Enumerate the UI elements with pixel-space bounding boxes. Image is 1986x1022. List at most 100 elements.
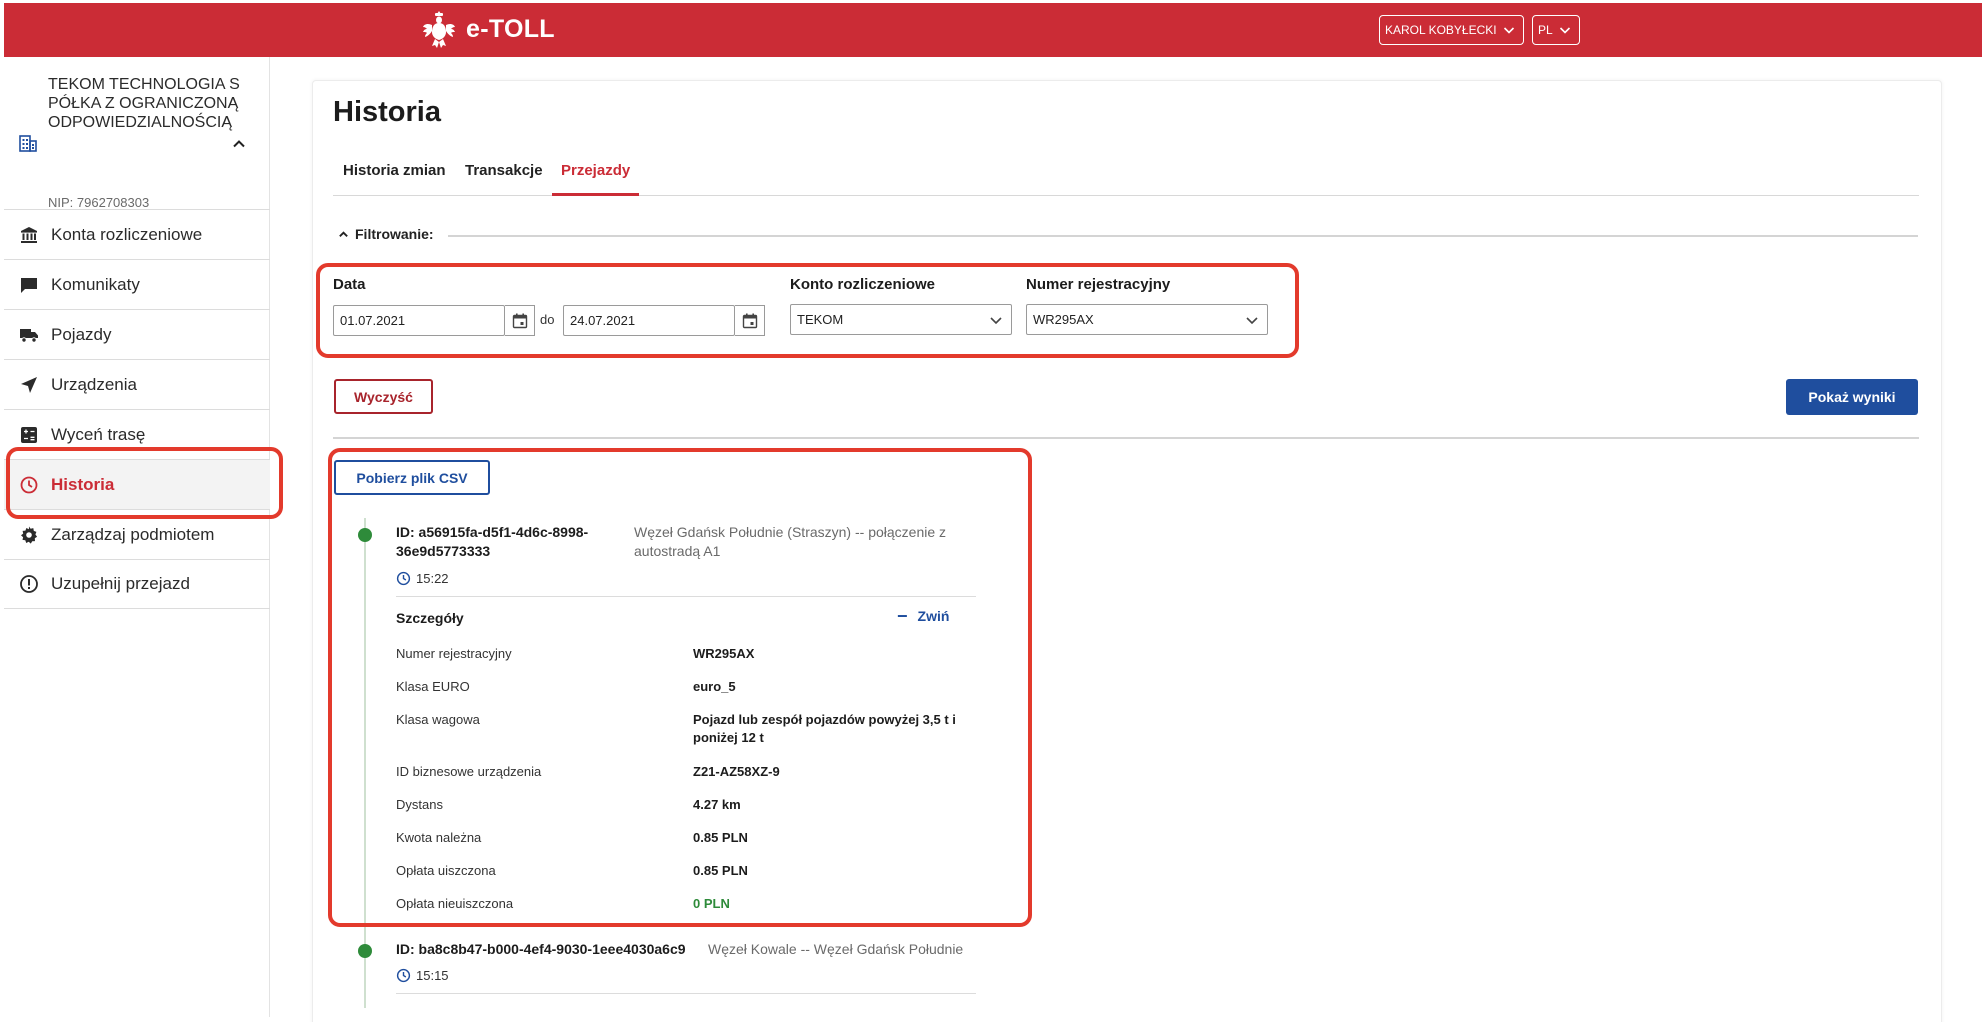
account-value: TEKOM: [797, 312, 844, 327]
sidebar-item-komunikaty[interactable]: Komunikaty: [4, 259, 270, 309]
timeline-dot: [358, 528, 372, 542]
chevron-down-icon: [990, 316, 1002, 324]
trip-time-value: 15:22: [416, 571, 449, 586]
timeline-line: [364, 518, 366, 1008]
detail-value: Pojazd lub zespół pojazdów powyżej 3,5 t…: [693, 712, 956, 745]
sidebar-item-label: Wyceń trasę: [51, 424, 146, 444]
top-bar: e-TOLL KAROL KOBYŁECKI PL: [4, 3, 1982, 57]
clear-button[interactable]: Wyczyść: [334, 379, 433, 414]
trip-id: ID: ba8c8b47-b000-4ef4-9030-1eee4030a6c9: [396, 941, 686, 957]
sidebar-item-label: Zarządzaj podmiotem: [51, 524, 215, 544]
detail-value: WR295AX: [693, 646, 755, 661]
download-csv-button[interactable]: Pobierz plik CSV: [334, 460, 490, 495]
detail-label: Klasa EURO: [396, 679, 470, 694]
trip-divider: [396, 596, 976, 597]
calendar-icon: [512, 313, 527, 328]
plate-label: Numer rejestracyjny: [1026, 276, 1171, 293]
detail-value: Z21-AZ58XZ-9: [693, 764, 780, 779]
filter-heading: Filtrowanie:: [355, 226, 434, 242]
trip-route: Węzeł Gdańsk Południe (Straszyn) -- połą…: [634, 523, 994, 561]
detail-value: 4.27 km: [693, 797, 741, 812]
clock-icon: [396, 968, 411, 983]
polish-eagle-icon: [423, 11, 455, 48]
brand[interactable]: e-TOLL: [422, 9, 555, 49]
sidebar-item-label: Uzupełnij przejazd: [51, 574, 190, 593]
detail-label: Opłata nieuiszczona: [396, 896, 514, 911]
language-select[interactable]: PL: [1532, 15, 1580, 45]
sidebar-item-pojazdy[interactable]: Pojazdy: [4, 309, 270, 359]
sidebar-item-label: Pojazdy: [51, 324, 112, 344]
trip-id: ID: a56915fa-d5f1-4d6c-8998- 36e9d577333…: [396, 523, 616, 561]
tab-przejazdy[interactable]: Przejazdy: [552, 162, 640, 196]
sidebar-item-urzadzenia[interactable]: Urządzenia: [4, 359, 270, 409]
building-icon: [19, 135, 37, 152]
sidebar-item-label: Urządzenia: [51, 374, 137, 394]
detail-value: 0 PLN: [693, 896, 730, 911]
tab-historia-zmian[interactable]: Historia zmian: [343, 162, 446, 193]
language-value: PL: [1538, 23, 1553, 37]
detail-label: Numer rejestracyjny: [396, 646, 512, 661]
date-label: Data: [333, 276, 366, 293]
truck-icon: [20, 328, 38, 343]
chevron-down-icon: [1246, 316, 1258, 324]
detail-value: 0.85 PLN: [693, 830, 748, 845]
tab-transakcje[interactable]: Transakcje: [465, 162, 543, 193]
trip-id-line: 36e9d5773333: [396, 543, 491, 559]
detail-label: Klasa wagowa: [396, 712, 480, 727]
alert-circle-icon: [20, 575, 38, 593]
minus-icon: −: [897, 606, 908, 626]
company-selector[interactable]: TEKOM TECHNOLOGIA SPÓŁKA Z OGRANICZONĄ O…: [4, 67, 270, 219]
chevron-up-icon: [339, 230, 348, 237]
bank-icon: [21, 226, 37, 243]
sidebar: TEKOM TECHNOLOGIA SPÓŁKA Z OGRANICZONĄ O…: [4, 57, 270, 1017]
trip-route-line: Węzeł Gdańsk Południe (Straszyn) -- połą…: [634, 524, 947, 540]
page-title: Historia: [333, 96, 441, 128]
trip-time: 15:15: [396, 968, 449, 983]
trip-time-value: 15:15: [416, 968, 449, 983]
plate-value: WR295AX: [1033, 312, 1094, 327]
show-results-button[interactable]: Pokaż wyniki: [1786, 379, 1918, 415]
plate-select[interactable]: WR295AX: [1026, 304, 1268, 335]
filter-toggle[interactable]: Filtrowanie:: [338, 226, 434, 242]
user-menu-select[interactable]: KAROL KOBYŁECKI: [1379, 15, 1524, 45]
sidebar-item-wycen-trase[interactable]: Wyceń trasę: [4, 409, 270, 459]
account-label: Konto rozliczeniowe: [790, 276, 936, 293]
trip-time: 15:22: [396, 571, 449, 586]
clock-icon: [20, 476, 38, 493]
message-icon: [21, 277, 37, 293]
gear-icon: [21, 526, 38, 544]
trip-divider: [396, 993, 976, 994]
sidebar-item-label: Historia: [51, 474, 115, 494]
results-divider: [333, 437, 1919, 439]
chevron-up-icon: [233, 140, 245, 148]
company-nip: NIP: 7962708303: [48, 195, 150, 210]
sidebar-nav: Konta rozliczeniowe Komunikaty Pojazdy U…: [4, 209, 270, 609]
sidebar-item-label: Komunikaty: [51, 274, 140, 294]
trip-route-line: autostradą A1: [634, 543, 721, 559]
detail-value: euro_5: [693, 679, 736, 694]
user-name: KAROL KOBYŁECKI: [1385, 23, 1497, 37]
trip-route: Węzeł Kowale -- Węzeł Gdańsk Południe: [708, 941, 964, 957]
sidebar-item-konta-rozliczeniowe[interactable]: Konta rozliczeniowe: [4, 209, 270, 259]
date-to-input[interactable]: 24.07.2021: [563, 305, 735, 336]
trip-id-line: ID: a56915fa-d5f1-4d6c-8998-: [396, 524, 589, 540]
date-from-calendar-button[interactable]: [505, 305, 535, 336]
clock-icon: [396, 571, 411, 586]
calendar-icon: [742, 313, 757, 328]
details-title: Szczegóły: [396, 610, 464, 626]
timeline-dot: [358, 944, 372, 958]
collapse-details-button[interactable]: − Zwiń: [897, 606, 950, 626]
detail-label: ID biznesowe urządzenia: [396, 764, 542, 779]
sidebar-item-historia[interactable]: Historia: [4, 459, 270, 509]
detail-label: Kwota należna: [396, 830, 482, 845]
company-name: TEKOM TECHNOLOGIA SPÓŁKA Z OGRANICZONĄ O…: [48, 76, 240, 131]
sidebar-item-zarzadzaj-podmiotem[interactable]: Zarządzaj podmiotem: [4, 509, 270, 559]
detail-label: Opłata uiszczona: [396, 863, 496, 878]
account-select[interactable]: TEKOM: [790, 304, 1012, 335]
chevron-down-icon: [1559, 27, 1570, 34]
collapse-label: Zwiń: [917, 608, 950, 624]
date-from-input[interactable]: 01.07.2021: [333, 305, 505, 336]
date-to-calendar-button[interactable]: [735, 305, 765, 336]
sidebar-item-uzupelnij-przejazd[interactable]: Uzupełnij przejazd: [4, 559, 270, 609]
app-title: e-TOLL: [466, 14, 555, 43]
